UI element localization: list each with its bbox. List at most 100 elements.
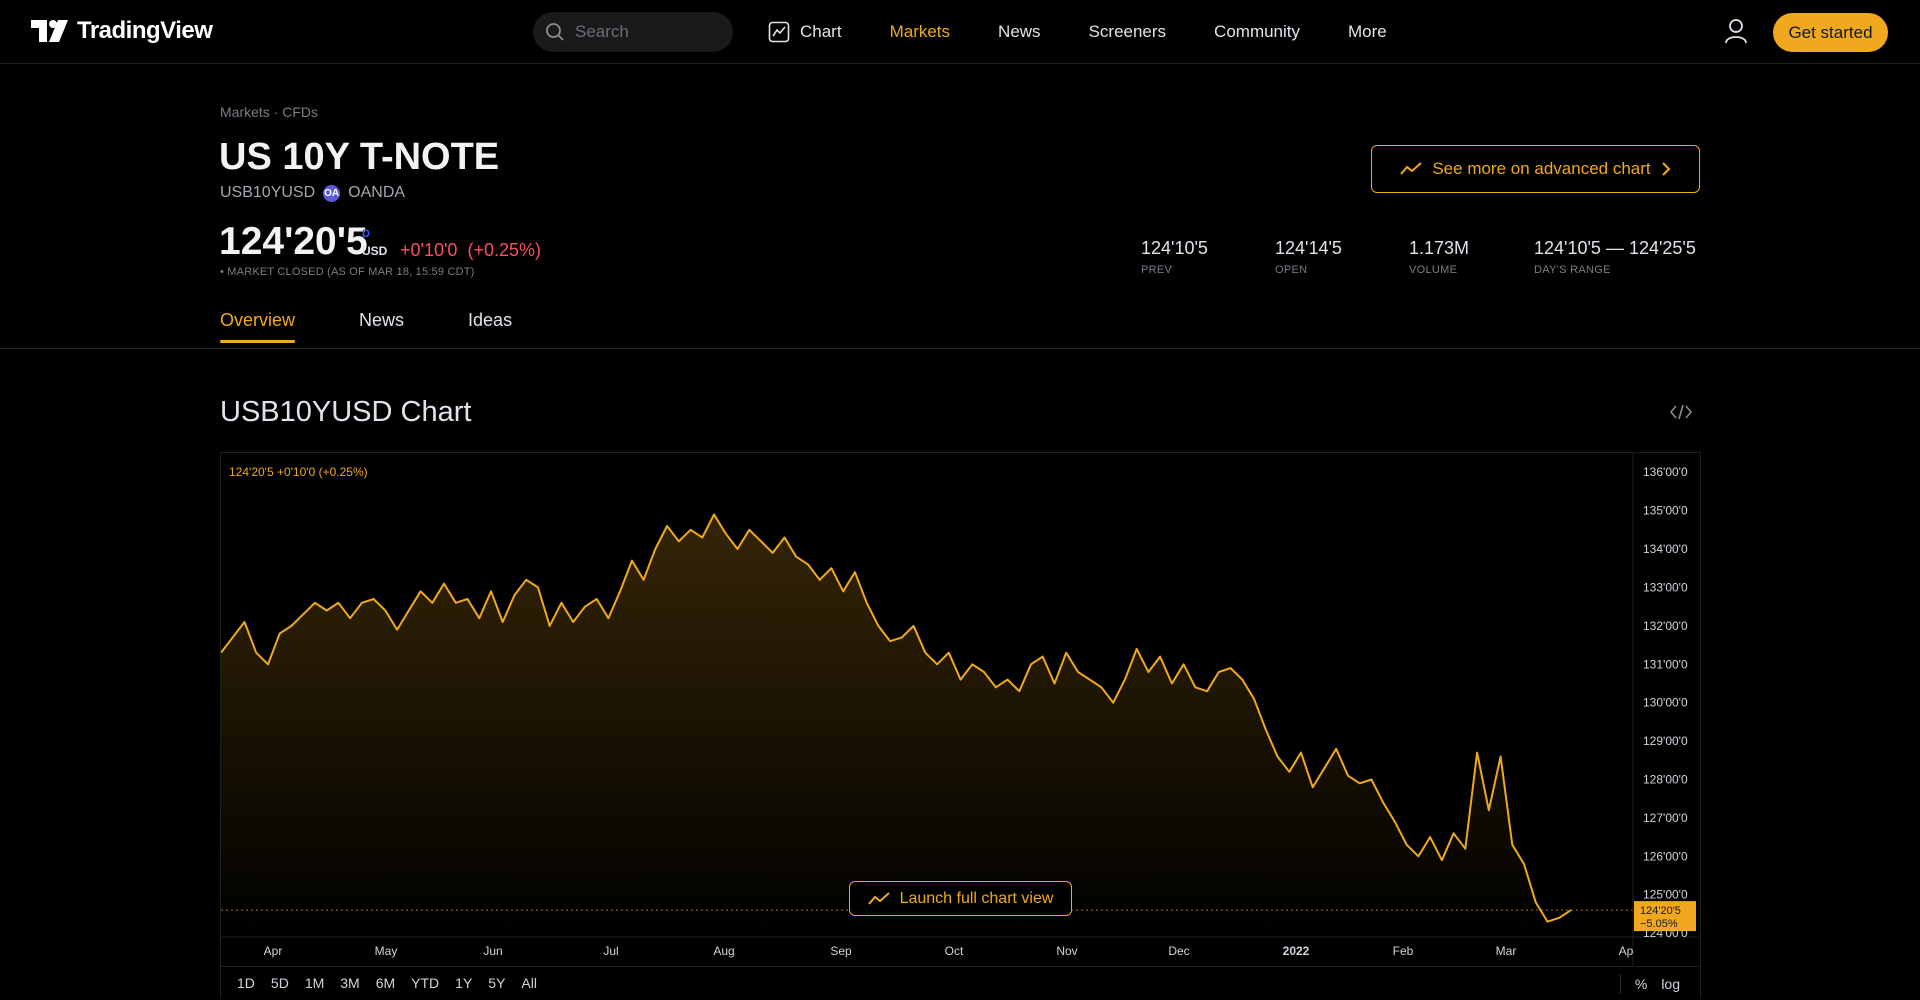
tradingview-logo[interactable]: TradingView: [31, 17, 213, 45]
symbol-row: USB10YUSD OA OANDA: [220, 184, 405, 202]
tab-ideas[interactable]: Ideas: [468, 310, 512, 343]
price-interval: D: [362, 228, 370, 240]
brand-name: TradingView: [77, 17, 213, 44]
timeframe-1y[interactable]: 1Y: [455, 975, 472, 991]
x-tick-label: Oct: [945, 944, 964, 958]
nav-community[interactable]: Community: [1214, 22, 1300, 42]
market-status: • MARKET CLOSED (AS OF MAR 18, 15:59 CDT…: [220, 266, 475, 278]
timeframe-1m[interactable]: 1M: [305, 975, 324, 991]
y-tick-label: 136'00'0: [1643, 465, 1688, 479]
y-tick-label: 125'00'0: [1643, 888, 1688, 902]
timeframe-3m[interactable]: 3M: [340, 975, 359, 991]
y-tick-label: 135'00'0: [1643, 504, 1688, 518]
stat-days-range: 124'10'5 — 124'25'5 DAY'S RANGE: [1534, 238, 1696, 276]
last-price-tag-percent: −5.05%: [1640, 918, 1678, 930]
stat-value: 124'10'5: [1141, 238, 1208, 258]
y-tick-label: 131'00'0: [1643, 657, 1688, 671]
tab-news[interactable]: News: [359, 310, 404, 343]
exchange-logo-icon: OA: [323, 184, 341, 202]
y-tick-label: 130'00'0: [1643, 696, 1688, 710]
search-input[interactable]: Search: [533, 12, 733, 52]
last-price-tag-value: 124'20'5: [1640, 905, 1681, 917]
chart-container[interactable]: 136'00'0 135'00'0 134'00'0 133'00'0 132'00'0…: [220, 452, 1701, 998]
x-tick-label: Jul: [603, 944, 618, 958]
stat-open: 124'14'5 OPEN: [1275, 238, 1342, 276]
y-tick-label: 133'00'0: [1643, 580, 1688, 594]
y-tick-label: 132'00'0: [1643, 619, 1688, 633]
price-change-percent: (+0.25%): [467, 240, 541, 260]
exchange-name[interactable]: OANDA: [348, 184, 405, 202]
nav-markets[interactable]: Markets: [890, 22, 950, 42]
timeframe-5y[interactable]: 5Y: [488, 975, 505, 991]
x-tick-label: Aug: [713, 944, 734, 958]
launch-full-chart-button[interactable]: Launch full chart view: [849, 881, 1072, 916]
advanced-chart-label: See more on advanced chart: [1432, 159, 1651, 178]
timeframe-6m[interactable]: 6M: [376, 975, 395, 991]
search-placeholder: Search: [575, 22, 629, 41]
y-tick-label: 126'00'0: [1643, 849, 1688, 863]
tab-overview[interactable]: Overview: [220, 310, 296, 343]
search-icon: [546, 23, 564, 41]
top-navigation-bar: TradingView Search Chart Markets News Sc…: [0, 0, 1920, 64]
chart-section-title: USB10YUSD Chart: [220, 396, 472, 428]
stat-volume: 1.173M VOLUME: [1409, 238, 1469, 276]
nav-news[interactable]: News: [998, 22, 1041, 42]
scale-log[interactable]: log: [1661, 976, 1680, 992]
embed-code-icon[interactable]: [1669, 404, 1693, 425]
page-tabs: Overview News Ideas: [220, 310, 512, 343]
price-change-value: +0'10'0: [400, 240, 458, 260]
stat-label: OPEN: [1275, 264, 1308, 276]
price-currency: USD: [362, 244, 388, 258]
timeframe-bar: 1D 5D 1M 3M 6M YTD 1Y 5Y All % log: [221, 966, 1700, 999]
x-tick-label: Dec: [1168, 944, 1189, 958]
nav-chart[interactable]: Chart: [768, 21, 842, 43]
timeframe-1d[interactable]: 1D: [237, 975, 255, 991]
x-tick-label: Mar: [1496, 944, 1517, 958]
price-change: +0'10'0 (+0.25%): [400, 240, 541, 261]
chevron-right-icon: [1661, 162, 1671, 176]
y-tick-label: 134'00'0: [1643, 542, 1688, 556]
stat-label: VOLUME: [1409, 264, 1458, 276]
user-menu-icon[interactable]: [1724, 18, 1748, 49]
scale-divider: [1619, 973, 1621, 994]
get-started-button[interactable]: Get started: [1773, 13, 1888, 52]
y-tick-label: 129'00'0: [1643, 734, 1688, 748]
x-tick-label: Nov: [1056, 944, 1077, 958]
symbol-code: USB10YUSD: [220, 184, 316, 201]
stat-label: DAY'S RANGE: [1534, 264, 1611, 276]
timeframe-ytd[interactable]: YTD: [411, 975, 439, 991]
chart-icon: [768, 21, 790, 43]
tradingview-logo-icon: [31, 20, 68, 42]
tabs-divider: [0, 348, 1920, 349]
chart-legend: 124'20'5 +0'10'0 (+0.25%): [229, 465, 368, 479]
timeframe-all[interactable]: All: [521, 975, 537, 991]
x-tick-label: Apr: [264, 944, 283, 958]
scale-percent[interactable]: %: [1635, 976, 1647, 992]
advanced-chart-button[interactable]: See more on advanced chart: [1371, 145, 1700, 193]
x-tick-label: Ap: [1619, 944, 1634, 958]
page-title: US 10Y T-NOTE: [219, 136, 500, 178]
x-tick-label: Feb: [1393, 944, 1414, 958]
timeframe-5d[interactable]: 5D: [271, 975, 289, 991]
x-tick-label: May: [375, 944, 398, 958]
breadcrumb[interactable]: Markets · CFDs: [220, 104, 318, 120]
nav-more[interactable]: More: [1348, 22, 1387, 42]
stat-prev: 124'10'5 PREV: [1141, 238, 1208, 276]
x-tick-label: 2022: [1283, 944, 1310, 958]
y-tick-label: 127'00'0: [1643, 811, 1688, 825]
x-tick-label: Jun: [483, 944, 502, 958]
launch-full-chart-label: Launch full chart view: [899, 889, 1054, 907]
y-tick-label: 128'00'0: [1643, 773, 1688, 787]
price-area-fill: [221, 514, 1571, 937]
stat-value: 1.173M: [1409, 238, 1470, 258]
scale-options: % log: [1619, 967, 1680, 1000]
x-tick-label: Sep: [830, 944, 852, 958]
nav-screeners[interactable]: Screeners: [1089, 22, 1166, 42]
last-price: 124'20'5: [219, 220, 368, 263]
trend-line-icon: [867, 891, 890, 905]
nav-chart-label: Chart: [800, 22, 842, 41]
stat-label: PREV: [1141, 264, 1173, 276]
stat-value: 124'10'5 — 124'25'5: [1534, 238, 1696, 258]
main-nav: Chart Markets News Screeners Community M…: [768, 0, 1435, 64]
stat-value: 124'14'5: [1275, 238, 1342, 258]
